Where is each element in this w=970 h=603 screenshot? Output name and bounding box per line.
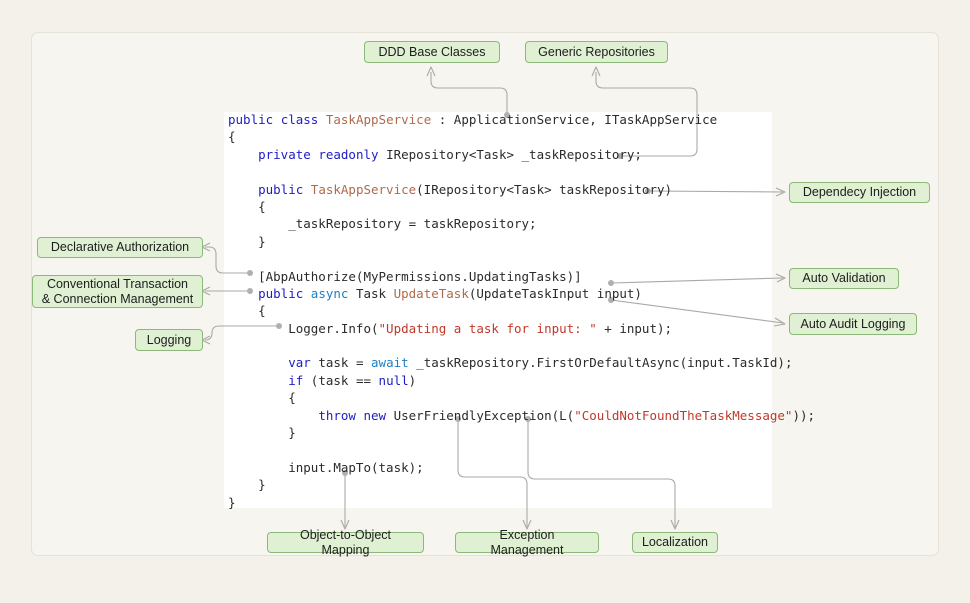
code-token: } xyxy=(228,233,266,249)
code-token: (task == xyxy=(303,372,379,388)
code-line: { xyxy=(228,302,828,319)
code-token: { xyxy=(228,129,236,145)
code-token: IRepository<Task> _taskRepository; xyxy=(378,146,642,162)
source-code-block: public class TaskAppService : Applicatio… xyxy=(228,111,828,511)
code-token: public xyxy=(258,285,304,301)
code-token: + input); xyxy=(596,320,673,336)
callout-auto-audit-logging[interactable]: Auto Audit Logging xyxy=(789,313,917,335)
code-line: { xyxy=(228,198,828,215)
code-line: } xyxy=(228,424,828,441)
code-token: readonly xyxy=(318,146,379,162)
code-line: public async Task UpdateTask(UpdateTaskI… xyxy=(228,285,828,302)
code-line: input.MapTo(task); xyxy=(228,459,828,476)
code-token: TaskAppService xyxy=(310,181,417,197)
code-token: input.MapTo(task); xyxy=(228,459,424,475)
code-line: if (task == null) xyxy=(228,372,828,389)
code-token: [AbpAuthorize(MyPermissions.UpdatingTask… xyxy=(228,268,582,284)
code-line: { xyxy=(228,128,828,145)
callout-dependency-injection[interactable]: Dependecy Injection xyxy=(789,182,930,203)
code-token: await xyxy=(371,355,409,371)
code-token: public xyxy=(228,112,274,127)
callout-exception-management[interactable]: Exception Management xyxy=(455,528,599,557)
code-token: private xyxy=(258,146,311,162)
callout-declarative-authorization[interactable]: Declarative Authorization xyxy=(37,237,203,258)
callout-auto-validation[interactable]: Auto Validation xyxy=(789,268,899,289)
callout-conventional-transaction[interactable]: Conventional Transaction & Connection Ma… xyxy=(32,275,203,308)
callout-localization[interactable]: Localization xyxy=(632,532,718,553)
code-token: "Updating a task for input: " xyxy=(378,320,597,336)
code-token: if xyxy=(288,372,304,388)
code-token: UpdateTask xyxy=(393,285,469,301)
code-token: _taskRepository = taskRepository; xyxy=(228,216,537,232)
code-line: } xyxy=(228,476,828,493)
code-token: async xyxy=(310,285,349,301)
code-token: { xyxy=(228,390,296,406)
code-token: Logger.Info( xyxy=(228,320,379,336)
code-line: [AbpAuthorize(MyPermissions.UpdatingTask… xyxy=(228,268,828,285)
code-line: var task = await _taskRepository.FirstOr… xyxy=(228,354,828,371)
code-line: } xyxy=(228,233,828,250)
diagram-root: public class TaskAppService : Applicatio… xyxy=(0,0,970,603)
code-token: public xyxy=(258,181,304,197)
code-line: public class TaskAppService : Applicatio… xyxy=(228,111,828,128)
code-line: { xyxy=(228,389,828,406)
code-token: (UpdateTaskInput input) xyxy=(468,285,642,301)
code-token: new xyxy=(363,407,387,423)
code-line: public TaskAppService(IRepository<Task> … xyxy=(228,181,828,198)
code-token: task = xyxy=(310,355,372,371)
code-token: TaskAppService xyxy=(325,112,432,127)
code-token: UserFriendlyException(L( xyxy=(386,407,575,423)
code-token: { xyxy=(228,303,266,319)
code-line: throw new UserFriendlyException(L("Could… xyxy=(228,407,828,424)
callout-ddd-base-classes[interactable]: DDD Base Classes xyxy=(364,41,500,63)
code-line: } xyxy=(228,494,828,511)
code-line: _taskRepository = taskRepository; xyxy=(228,215,828,232)
code-token: )); xyxy=(792,407,816,423)
callout-object-to-object-mapping[interactable]: Object-to-Object Mapping xyxy=(267,528,424,557)
code-token: throw xyxy=(318,407,356,423)
code-token: } xyxy=(228,425,296,441)
code-token: var xyxy=(288,355,311,371)
code-token: _taskRepository.FirstOrDefaultAsync(inpu… xyxy=(408,355,793,371)
callout-logging[interactable]: Logging xyxy=(135,329,203,351)
code-line: Logger.Info("Updating a task for input: … xyxy=(228,320,828,337)
code-token: { xyxy=(228,198,266,214)
code-token: "CouldNotFoundTheTaskMessage" xyxy=(574,407,793,423)
code-token: } xyxy=(228,494,236,510)
callout-generic-repositories[interactable]: Generic Repositories xyxy=(525,41,668,63)
code-token: } xyxy=(228,477,266,493)
code-token: Task xyxy=(348,285,394,301)
code-token: ) xyxy=(408,372,417,388)
code-token: : ApplicationService, ITaskAppService xyxy=(431,112,718,127)
code-line: private readonly IRepository<Task> _task… xyxy=(228,146,828,163)
code-token: null xyxy=(378,372,409,388)
code-token: (IRepository<Task> taskRepository) xyxy=(416,181,673,197)
code-token: class xyxy=(280,112,319,127)
